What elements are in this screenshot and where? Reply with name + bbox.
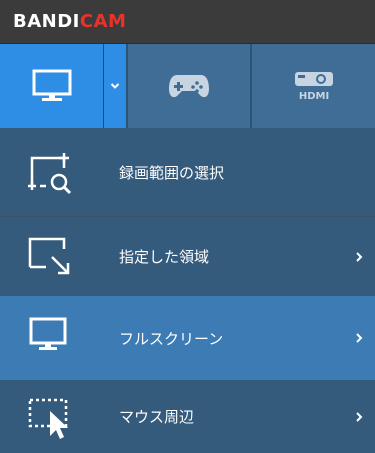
tab-screen-record[interactable] [0,44,103,128]
hdmi-icon: HDMI [294,72,333,102]
monitor-icon [32,69,71,101]
menu-item-label: フルスクリーン [119,329,224,348]
mouse-cursor-area-icon [28,398,68,439]
mode-dropdown-button[interactable] [104,44,126,128]
tab-game-record[interactable] [128,44,250,128]
menu-item-label: 録画範囲の選択 [119,163,225,182]
menu-item-specified-region[interactable]: 指定した領域 [0,217,375,296]
chevron-right-icon [356,411,363,422]
tab-device-record[interactable]: HDMI [252,44,375,128]
hdmi-icon-label: HDMI [298,91,328,102]
menu-item-around-mouse[interactable]: マウス周辺 [0,380,375,453]
chevron-right-icon [356,333,363,343]
gamepad-icon [169,75,209,98]
logo-text-bandi: BANDI [13,11,80,32]
bandicam-logo: BANDICAM [13,11,126,32]
menu-item-label: 指定した領域 [119,248,210,266]
title-bar: BANDICAM [0,0,375,44]
mode-tabs: HDMI [0,44,375,128]
select-area-icon [28,153,72,195]
logo-text-cam: CAM [79,11,127,32]
resize-region-icon [28,237,70,275]
menu-item-fullscreen[interactable]: フルスクリーン [0,296,375,380]
chevron-down-icon [110,83,120,89]
chevron-right-icon [356,251,363,262]
capture-mode-menu: 録画範囲の選択 指定した領域 フルスクリーン マウス周辺 [0,128,375,453]
menu-item-label: マウス周辺 [119,408,195,426]
menu-item-select-area[interactable]: 録画範囲の選択 [0,128,375,216]
fullscreen-monitor-icon [29,317,67,350]
